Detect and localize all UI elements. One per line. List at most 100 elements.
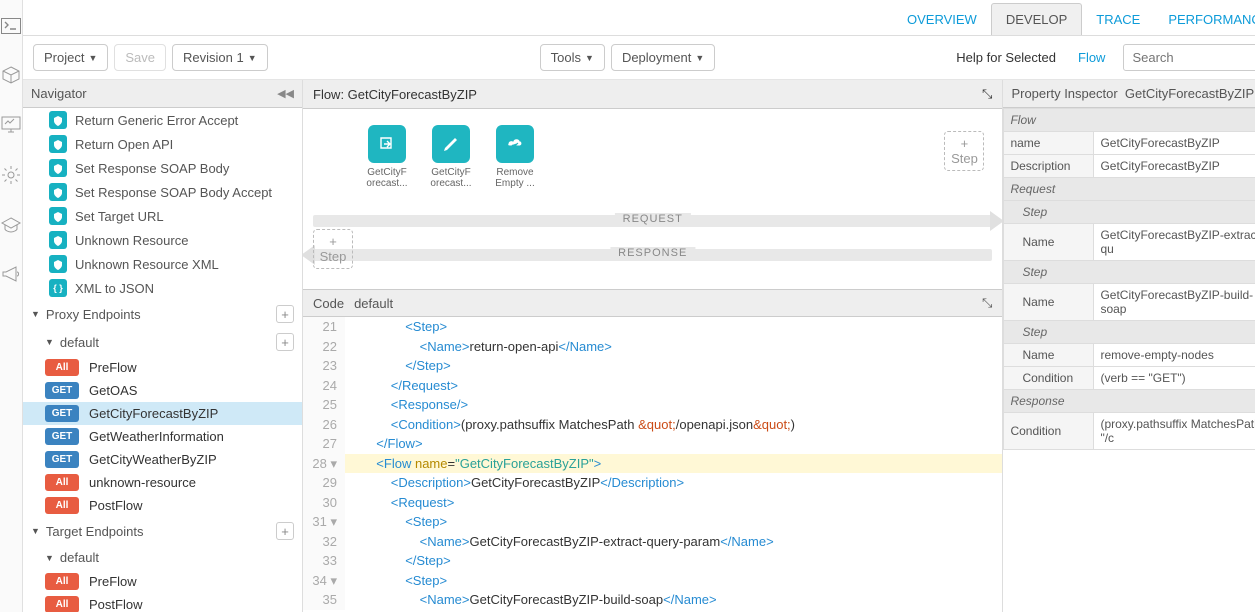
inspector-value[interactable]: (verb == "GET")	[1094, 367, 1255, 390]
inspector-row[interactable]: DescriptionGetCityForecastByZIP	[1004, 155, 1255, 178]
section-header[interactable]: ▼Proxy Endpoints+	[23, 300, 302, 328]
code-line[interactable]: 27 </Flow>	[303, 434, 1002, 454]
collapse-icon[interactable]: ◀◀	[277, 87, 294, 100]
policy-item[interactable]: Set Target URL	[23, 204, 302, 228]
code-line[interactable]: 29 <Description>GetCityForecastByZIP</De…	[303, 473, 1002, 493]
flow-item[interactable]: GETGetWeatherInformation	[23, 425, 302, 448]
gutter: 27	[303, 434, 345, 454]
add-step-button[interactable]: +Step	[944, 131, 984, 171]
code-line[interactable]: 22 <Name>return-open-api</Name>	[303, 337, 1002, 357]
method-badge: GET	[45, 405, 79, 422]
graduation-icon[interactable]	[0, 216, 22, 237]
inspector-row[interactable]: nameGetCityForecastByZIP	[1004, 132, 1255, 155]
project-button[interactable]: Project▼	[33, 44, 108, 71]
tab-overview[interactable]: OVERVIEW	[893, 4, 991, 35]
inspector-header: Property Inspector GetCityForecastByZIP …	[1003, 80, 1255, 108]
save-button[interactable]: Save	[114, 44, 166, 71]
policy-tile[interactable]: RemoveEmpty ...	[491, 125, 539, 189]
monitor-icon[interactable]	[1, 116, 21, 137]
code-line[interactable]: 30 <Request>	[303, 493, 1002, 513]
policy-item[interactable]: Set Response SOAP Body	[23, 156, 302, 180]
package-icon[interactable]	[1, 65, 21, 88]
terminal-icon[interactable]	[1, 18, 21, 37]
method-badge: All	[45, 573, 79, 590]
inspector-value[interactable]: (proxy.pathsuffix MatchesPath "/c	[1094, 413, 1255, 450]
code-line[interactable]: 24 </Request>	[303, 376, 1002, 396]
policy-tile[interactable]: GetCityForecast...	[427, 125, 475, 189]
add-button[interactable]: +	[276, 333, 294, 351]
code-line[interactable]: 25 <Response/>	[303, 395, 1002, 415]
revision-button[interactable]: Revision 1▼	[172, 44, 268, 71]
add-step-button[interactable]: +Step	[313, 229, 353, 269]
inspector-value[interactable]: remove-empty-nodes	[1094, 344, 1255, 367]
search-input[interactable]	[1123, 44, 1255, 71]
method-badge: GET	[45, 382, 79, 399]
policy-icon	[49, 159, 67, 177]
flow-item[interactable]: AllPostFlow	[23, 494, 302, 517]
megaphone-icon[interactable]	[1, 265, 21, 286]
policy-item[interactable]: Return Generic Error Accept	[23, 108, 302, 132]
deployment-button[interactable]: Deployment▼	[611, 44, 715, 71]
method-badge: All	[45, 474, 79, 491]
code-line[interactable]: 28 ▾ <Flow name="GetCityForecastByZIP">	[303, 454, 1002, 474]
policy-label: Set Response SOAP Body Accept	[75, 185, 272, 200]
flow-link[interactable]: Flow	[1078, 50, 1105, 65]
policy-item[interactable]: Return Open API	[23, 132, 302, 156]
code-line[interactable]: 34 ▾ <Step>	[303, 571, 1002, 591]
inspector-key: Name	[1004, 284, 1094, 321]
flow-canvas: GetCityForecast... GetCityForecast... Remo…	[303, 109, 1002, 289]
section-header[interactable]: ▼default+	[37, 328, 302, 356]
inspector-row[interactable]: NameGetCityForecastByZIP-build-soap	[1004, 284, 1255, 321]
tools-button[interactable]: Tools▼	[540, 44, 605, 71]
inspector-value[interactable]: GetCityForecastByZIP-extract-qu	[1094, 224, 1255, 261]
gutter: 31 ▾	[303, 512, 345, 532]
inspector-row[interactable]: NameGetCityForecastByZIP-extract-qu	[1004, 224, 1255, 261]
code-tab[interactable]: Code	[313, 296, 344, 311]
policy-icon	[49, 135, 67, 153]
inspector-row[interactable]: Condition(proxy.pathsuffix MatchesPath "…	[1004, 413, 1255, 450]
flow-item[interactable]: GETGetCityWeatherByZIP	[23, 448, 302, 471]
code-line[interactable]: 33 </Step>	[303, 551, 1002, 571]
collapse-icon[interactable]: ⤡	[982, 295, 992, 311]
inspector-section: Step	[1004, 201, 1255, 224]
inspector-key: Condition	[1004, 367, 1094, 390]
inspector-row[interactable]: Nameremove-empty-nodes	[1004, 344, 1255, 367]
tab-develop[interactable]: DEVELOP	[991, 3, 1082, 35]
inspector-value[interactable]: GetCityForecastByZIP-build-soap	[1094, 284, 1255, 321]
policy-item[interactable]: { }XML to JSON	[23, 276, 302, 300]
add-button[interactable]: +	[276, 305, 294, 323]
code-file[interactable]: default	[354, 296, 393, 311]
flow-item[interactable]: AllPreFlow	[23, 356, 302, 379]
gutter: 22	[303, 337, 345, 357]
add-button[interactable]: +	[276, 522, 294, 540]
response-lane: RESPONSE	[313, 249, 992, 261]
collapse-icon[interactable]: ⤡	[982, 86, 992, 102]
tab-trace[interactable]: TRACE	[1082, 4, 1154, 35]
inspector-value[interactable]: GetCityForecastByZIP	[1094, 132, 1255, 155]
code-line[interactable]: 35 <Name>GetCityForecastByZIP-build-soap…	[303, 590, 1002, 610]
section-header[interactable]: ▼default	[37, 545, 302, 570]
policy-tile[interactable]: GetCityForecast...	[363, 125, 411, 189]
flow-item[interactable]: GETGetOAS	[23, 379, 302, 402]
policy-label: XML to JSON	[75, 281, 154, 296]
section-header[interactable]: ▼Target Endpoints+	[23, 517, 302, 545]
flow-item[interactable]: Allunknown-resource	[23, 471, 302, 494]
code-line[interactable]: 31 ▾ <Step>	[303, 512, 1002, 532]
inspector-value[interactable]: GetCityForecastByZIP	[1094, 155, 1255, 178]
gutter: 33	[303, 551, 345, 571]
tab-performance[interactable]: PERFORMANCE	[1154, 4, 1255, 35]
policy-item[interactable]: Unknown Resource	[23, 228, 302, 252]
policy-item[interactable]: Set Response SOAP Body Accept	[23, 180, 302, 204]
code-line[interactable]: 32 <Name>GetCityForecastByZIP-extract-qu…	[303, 532, 1002, 552]
policy-item[interactable]: Unknown Resource XML	[23, 252, 302, 276]
code-line[interactable]: 26 <Condition>(proxy.pathsuffix MatchesP…	[303, 415, 1002, 435]
flow-item[interactable]: AllPostFlow	[23, 593, 302, 612]
gear-icon[interactable]	[1, 165, 21, 188]
flow-item[interactable]: GETGetCityForecastByZIP	[23, 402, 302, 425]
code-line[interactable]: 23 </Step>	[303, 356, 1002, 376]
code-editor[interactable]: 21 <Step>22 <Name>return-open-api</Name>…	[303, 317, 1002, 612]
flow-item[interactable]: AllPreFlow	[23, 570, 302, 593]
gutter: 23	[303, 356, 345, 376]
code-line[interactable]: 21 <Step>	[303, 317, 1002, 337]
inspector-row[interactable]: Condition(verb == "GET")	[1004, 367, 1255, 390]
